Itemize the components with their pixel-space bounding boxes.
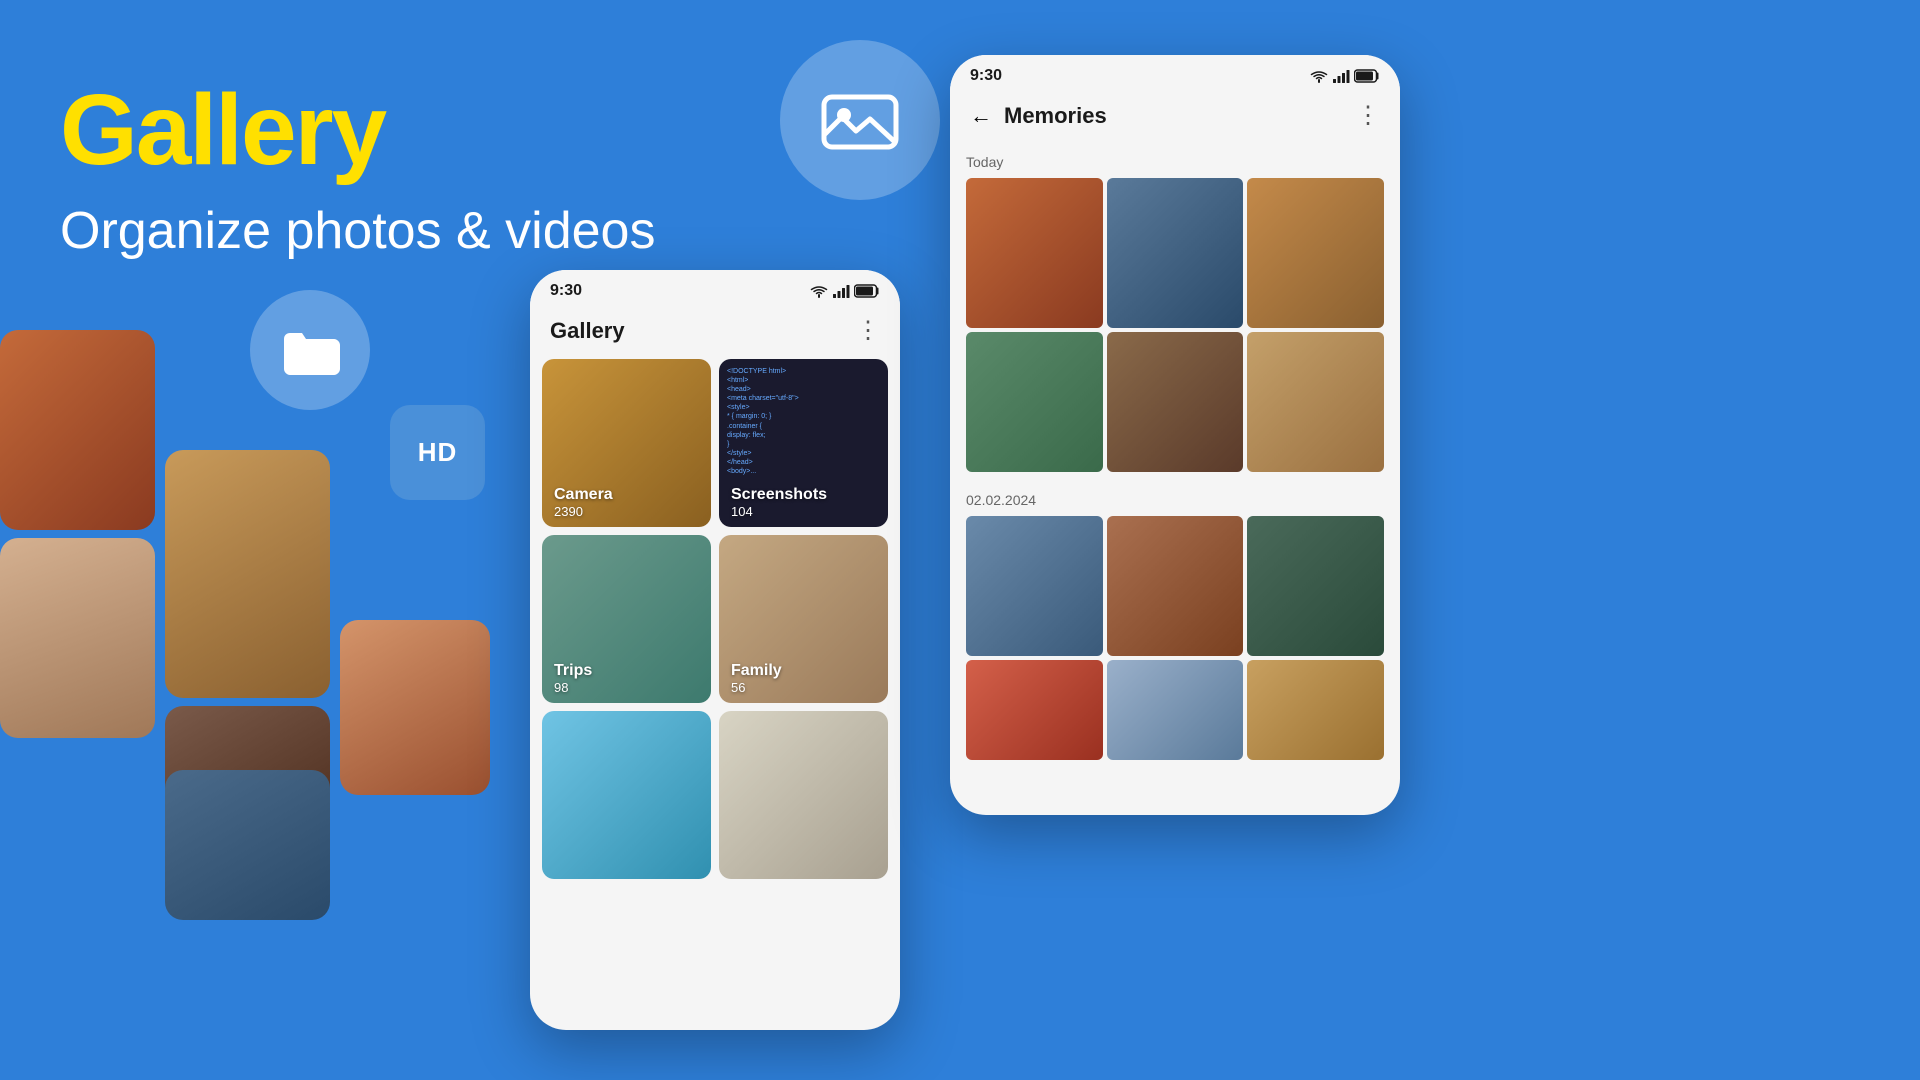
gallery-svg-icon [820,85,900,155]
gallery-app-title: Gallery [550,318,625,344]
gallery-icon-bubble [780,40,940,200]
phone-memories: 9:30 ← Memories [950,55,1400,815]
mem-photo-7[interactable] [966,516,1103,656]
section-today-label: Today [966,144,1384,178]
gallery-tile-extra1[interactable] [542,711,711,879]
dated-photos-grid [966,516,1384,656]
app-bar-left: ← Memories [970,103,1107,129]
tile-label-camera: Camera 2390 [542,478,625,527]
folder-svg-icon [280,325,340,375]
tile-label-screenshots: Screenshots 104 [719,478,839,527]
mem-photo-9[interactable] [1247,516,1384,656]
mem-photo-5[interactable] [1107,332,1244,472]
mem-photo-6[interactable] [1247,332,1384,472]
mem-photo-10[interactable] [966,660,1103,760]
tile-count-camera: 2390 [554,504,613,519]
tile-label-family: Family 56 [719,654,794,703]
wifi-icon [810,284,828,298]
tile-extra1-bg [542,711,711,879]
mem-photo-3[interactable] [1247,178,1384,328]
collage-photo-6 [165,770,330,920]
gallery-tile-camera[interactable]: Camera 2390 [542,359,711,527]
battery-icon-right [1354,69,1380,83]
app-subtitle: Organize photos & videos [60,200,655,262]
dated-photos-grid-2 [966,660,1384,760]
app-bar-memories: ← Memories ⋮ [950,93,1400,144]
collage-photo-5 [340,620,490,795]
status-time-right: 9:30 [970,67,1002,85]
status-icons-left [810,284,880,298]
mem-photo-4[interactable] [966,332,1103,472]
app-bar-gallery: Gallery ⋮ [530,308,900,359]
app-title: Gallery [60,80,655,180]
hero-section: Gallery Organize photos & videos [60,80,655,262]
hd-label: HD [418,437,458,468]
left-collage-a [0,330,155,738]
tile-name-trips: Trips [554,662,592,680]
left-collage-c [340,620,490,795]
mem-photo-2[interactable] [1107,178,1244,328]
today-photos-grid-2 [966,332,1384,472]
hd-icon-bubble: HD [390,405,485,500]
mem-photo-1[interactable] [966,178,1103,328]
wifi-icon-right [1310,69,1328,83]
tile-count-screenshots: 104 [731,504,827,519]
gallery-grid-container: Camera 2390 <!DOCTYPE html><html><head><… [530,359,900,879]
phone-gallery: 9:30 Gallery [530,270,900,1030]
memories-menu-button[interactable]: ⋮ [1356,101,1380,130]
signal-icon [832,284,850,298]
today-photos-grid [966,178,1384,328]
tile-name-camera: Camera [554,486,613,504]
memories-app-title: Memories [1004,103,1107,129]
memories-content: Today 02.02.2024 [950,144,1400,760]
tile-label-trips: Trips 98 [542,654,604,703]
tile-extra2-bg [719,711,888,879]
tile-name-screenshots: Screenshots [731,486,827,504]
section-date-label: 02.02.2024 [966,482,1384,516]
tile-count-trips: 98 [554,680,592,695]
mem-photo-11[interactable] [1107,660,1244,760]
left-collage-d [165,770,330,920]
mem-photo-12[interactable] [1247,660,1384,760]
gallery-tile-trips[interactable]: Trips 98 [542,535,711,703]
status-bar-right: 9:30 [950,55,1400,93]
gallery-menu-button[interactable]: ⋮ [856,316,880,345]
status-time-left: 9:30 [550,282,582,300]
gallery-tile-extra2[interactable] [719,711,888,879]
gallery-tile-family[interactable]: Family 56 [719,535,888,703]
folder-icon-bubble [250,290,370,410]
signal-icon-right [1332,69,1350,83]
collage-photo-1 [0,330,155,530]
battery-icon [854,284,880,298]
tile-name-family: Family [731,662,782,680]
status-bar-left: 9:30 [530,270,900,308]
collage-photo-3 [165,450,330,698]
gallery-grid: Camera 2390 <!DOCTYPE html><html><head><… [542,359,888,879]
gallery-tile-screenshots[interactable]: <!DOCTYPE html><html><head><meta charset… [719,359,888,527]
tile-count-family: 56 [731,680,782,695]
mem-photo-8[interactable] [1107,516,1244,656]
status-icons-right [1310,69,1380,83]
back-button[interactable]: ← [970,103,992,129]
collage-photo-2 [0,538,155,738]
